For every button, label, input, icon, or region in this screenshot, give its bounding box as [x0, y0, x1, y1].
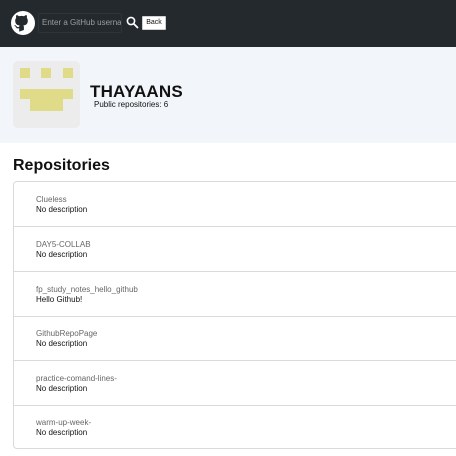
search-icon[interactable] [126, 16, 139, 29]
github-logo-icon[interactable] [11, 11, 35, 35]
list-item[interactable]: fp_study_notes_hello_github Hello Github… [14, 272, 456, 317]
repo-name[interactable]: practice-comand-lines- [36, 374, 117, 383]
list-item[interactable]: GithubRepoPage No description [14, 316, 456, 361]
repo-name[interactable]: warm-up-week- [36, 418, 91, 427]
repo-name[interactable]: Clueless [36, 195, 67, 204]
list-item[interactable]: practice-comand-lines- No description [14, 361, 456, 406]
top-bar: Enter a GitHub userna... Back [0, 0, 456, 47]
profile-section: THAYAANS Public repositories: 6 [0, 47, 456, 143]
repositories-heading: Repositories [13, 157, 110, 174]
back-button[interactable]: Back [142, 16, 166, 30]
avatar [13, 61, 80, 128]
repo-name[interactable]: GithubRepoPage [36, 329, 97, 338]
repo-description: No description [36, 384, 88, 393]
repository-list: Clueless No description DAY5-COLLAB No d… [13, 181, 456, 449]
repo-name[interactable]: DAY5-COLLAB [36, 240, 91, 249]
username-search-input[interactable]: Enter a GitHub userna... [38, 13, 122, 33]
public-repos-count: Public repositories: 6 [94, 100, 169, 109]
repo-description: No description [36, 339, 88, 348]
list-item[interactable]: DAY5-COLLAB No description [14, 227, 456, 272]
repo-description: No description [36, 428, 88, 437]
list-item[interactable]: Clueless No description [14, 182, 456, 227]
username-heading: THAYAANS [90, 82, 183, 101]
repo-description: Hello Github! [36, 295, 83, 304]
repo-description: No description [36, 250, 88, 259]
repo-description: No description [36, 205, 88, 214]
list-item[interactable]: warm-up-week- No description [14, 405, 456, 450]
repo-name[interactable]: fp_study_notes_hello_github [36, 285, 138, 294]
